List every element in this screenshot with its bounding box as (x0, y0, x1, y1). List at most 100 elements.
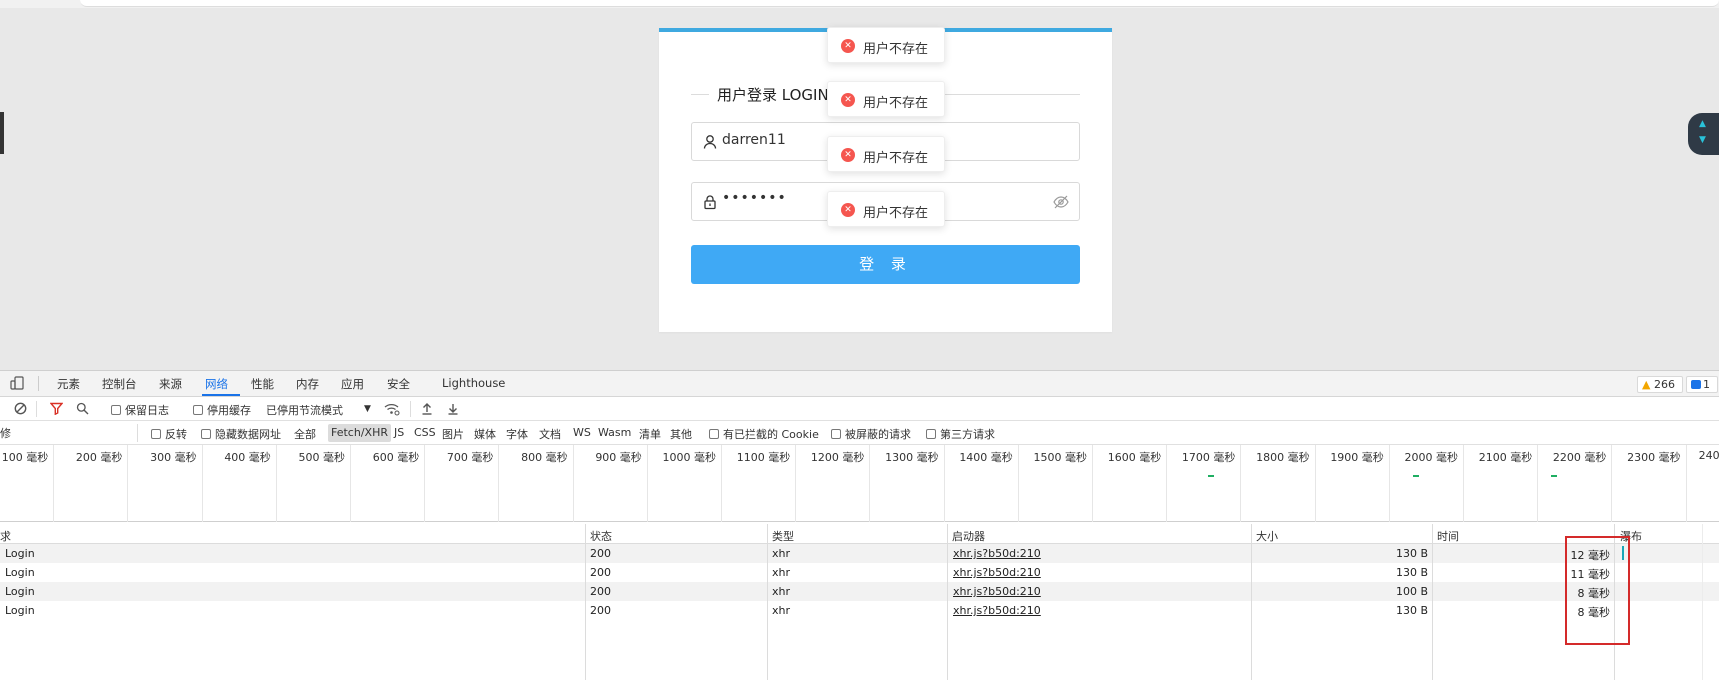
column-type[interactable]: 类型 (772, 528, 794, 544)
invert-label: 反转 (165, 428, 187, 441)
tab-console[interactable]: 控制台 (102, 376, 137, 392)
column-divider[interactable] (767, 524, 768, 680)
request-type: xhr (772, 566, 791, 579)
hide-data-urls-checkbox[interactable] (201, 429, 211, 439)
column-divider[interactable] (585, 524, 586, 680)
network-conditions-icon[interactable] (384, 402, 400, 416)
tab-lighthouse[interactable]: Lighthouse (442, 376, 505, 390)
column-initiator[interactable]: 启动器 (952, 528, 985, 544)
hide-data-urls-toggle[interactable]: 隐藏数据网址 (201, 426, 281, 442)
tab-elements[interactable]: 元素 (57, 376, 80, 392)
eye-off-icon[interactable] (1053, 195, 1069, 209)
filter-type-wasm[interactable]: Wasm (598, 426, 631, 439)
invert-toggle[interactable]: 反转 (151, 426, 187, 442)
filter-type-fetch-xhr[interactable]: Fetch/XHR (328, 424, 391, 442)
throttle-label: 已停用节流模式 (266, 404, 343, 417)
arrow-up-icon[interactable]: ▲ (1699, 119, 1706, 129)
column-divider[interactable] (1432, 524, 1433, 680)
request-name[interactable]: Login (5, 566, 35, 579)
login-card: 用户登录 LOGIN darren11 ••••••• 登 录 (659, 28, 1112, 332)
tab-performance[interactable]: 性能 (251, 376, 274, 392)
filter-type-all[interactable]: 全部 (294, 426, 316, 442)
filter-type-img[interactable]: 图片 (442, 426, 464, 442)
blocked-cookies-checkbox[interactable] (709, 429, 719, 439)
request-type: xhr (772, 547, 791, 560)
request-status: 200 (590, 604, 611, 617)
column-name[interactable]: 求 (0, 528, 11, 544)
request-name[interactable]: Login (5, 547, 35, 560)
chevron-down-icon[interactable]: ▼ (364, 404, 371, 414)
login-button[interactable]: 登 录 (691, 245, 1080, 284)
timeline-request-mark (1551, 475, 1557, 477)
request-initiator-link[interactable]: xhr.js?b50d:210 (953, 547, 1041, 560)
table-row[interactable]: Login 200 xhr xhr.js?b50d:210 100 B 8 毫秒 (0, 582, 1719, 601)
timeline-tick-label: 1900 毫秒 (1330, 451, 1384, 464)
timeline-tick-label: 1700 毫秒 (1181, 451, 1236, 464)
request-name[interactable]: Login (5, 604, 35, 617)
tab-application[interactable]: 应用 (341, 376, 364, 392)
filter-type-doc[interactable]: 文档 (539, 426, 561, 442)
table-row[interactable]: Login 200 xhr xhr.js?b50d:210 130 B 12 毫… (0, 544, 1719, 563)
preserve-log-toggle[interactable]: 保留日志 (111, 402, 169, 418)
network-overview-timeline[interactable]: 100 毫秒 200 毫秒 300 毫秒 400 毫秒 500 毫秒 600 毫秒 700 … (0, 445, 1719, 522)
export-har-icon[interactable] (447, 402, 459, 415)
filter-type-media[interactable]: 媒体 (474, 426, 496, 442)
throttle-select[interactable]: 已停用节流模式 (266, 402, 343, 418)
invert-checkbox[interactable] (151, 429, 161, 439)
arrow-down-icon[interactable]: ▼ (1699, 135, 1706, 145)
column-divider[interactable] (1251, 524, 1252, 680)
timeline-tick-label: 2200 毫秒 (1552, 451, 1607, 464)
column-status[interactable]: 状态 (590, 528, 612, 544)
filter-type-ws[interactable]: WS (573, 426, 591, 439)
tab-divider (38, 376, 39, 391)
left-edge-widget[interactable] (0, 112, 4, 154)
timeline-tick-label: 400 毫秒 (224, 451, 271, 464)
timeline-request-mark (1413, 475, 1419, 477)
column-time[interactable]: 时间 (1437, 528, 1459, 544)
import-har-icon[interactable] (421, 402, 433, 415)
filter-icon[interactable] (50, 402, 63, 415)
column-divider[interactable] (947, 524, 948, 680)
device-toolbar-icon[interactable] (10, 376, 24, 390)
search-icon[interactable] (76, 402, 89, 415)
blocked-requests-checkbox[interactable] (831, 429, 841, 439)
toolbar-divider (36, 401, 37, 417)
messages-badge[interactable]: 1 (1686, 376, 1718, 393)
filter-input[interactable]: 修 (0, 424, 138, 442)
username-value: darren11 (722, 132, 786, 148)
tab-sources[interactable]: 来源 (159, 376, 182, 392)
request-initiator-link[interactable]: xhr.js?b50d:210 (953, 585, 1041, 598)
toast-message: 用户不存在 (863, 151, 929, 166)
timeline-tick-label: 1600 毫秒 (1107, 451, 1162, 464)
tab-memory[interactable]: 内存 (296, 376, 319, 392)
tab-security[interactable]: 安全 (387, 376, 410, 392)
preserve-log-checkbox[interactable] (111, 405, 121, 415)
timeline-tick-label: 240 (1698, 449, 1719, 462)
request-initiator-link[interactable]: xhr.js?b50d:210 (953, 566, 1041, 579)
table-row[interactable]: Login 200 xhr xhr.js?b50d:210 130 B 11 毫… (0, 563, 1719, 582)
floating-nav-widget[interactable]: ▲ ▼ (1688, 113, 1719, 155)
filter-type-js[interactable]: JS (394, 426, 404, 439)
third-party-toggle[interactable]: 第三方请求 (926, 426, 995, 442)
timeline-tick-label: 1400 毫秒 (959, 451, 1013, 464)
disable-cache-toggle[interactable]: 停用缓存 (193, 402, 251, 418)
disable-cache-checkbox[interactable] (193, 405, 203, 415)
warnings-badge[interactable]: ▲ 266 (1637, 376, 1683, 393)
blocked-cookies-toggle[interactable]: 有已拦截的 Cookie (709, 426, 819, 442)
filter-type-other[interactable]: 其他 (670, 426, 692, 442)
clear-icon[interactable] (14, 402, 27, 415)
blocked-requests-toggle[interactable]: 被屏蔽的请求 (831, 426, 911, 442)
toast-message: 用户不存在 (863, 42, 929, 57)
tab-network[interactable]: 网络 (205, 376, 228, 392)
third-party-checkbox[interactable] (926, 429, 936, 439)
filter-type-font[interactable]: 字体 (506, 426, 528, 442)
user-icon (703, 135, 717, 149)
timeline-tick-label: 1200 毫秒 (810, 451, 865, 464)
column-size[interactable]: 大小 (1256, 528, 1278, 544)
timeline-tick-label: 800 毫秒 (521, 451, 568, 464)
request-initiator-link[interactable]: xhr.js?b50d:210 (953, 604, 1041, 617)
filter-type-manifest[interactable]: 清单 (639, 426, 661, 442)
filter-type-css[interactable]: CSS (414, 426, 436, 439)
table-row[interactable]: Login 200 xhr xhr.js?b50d:210 130 B 8 毫秒 (0, 601, 1719, 620)
request-name[interactable]: Login (5, 585, 35, 598)
